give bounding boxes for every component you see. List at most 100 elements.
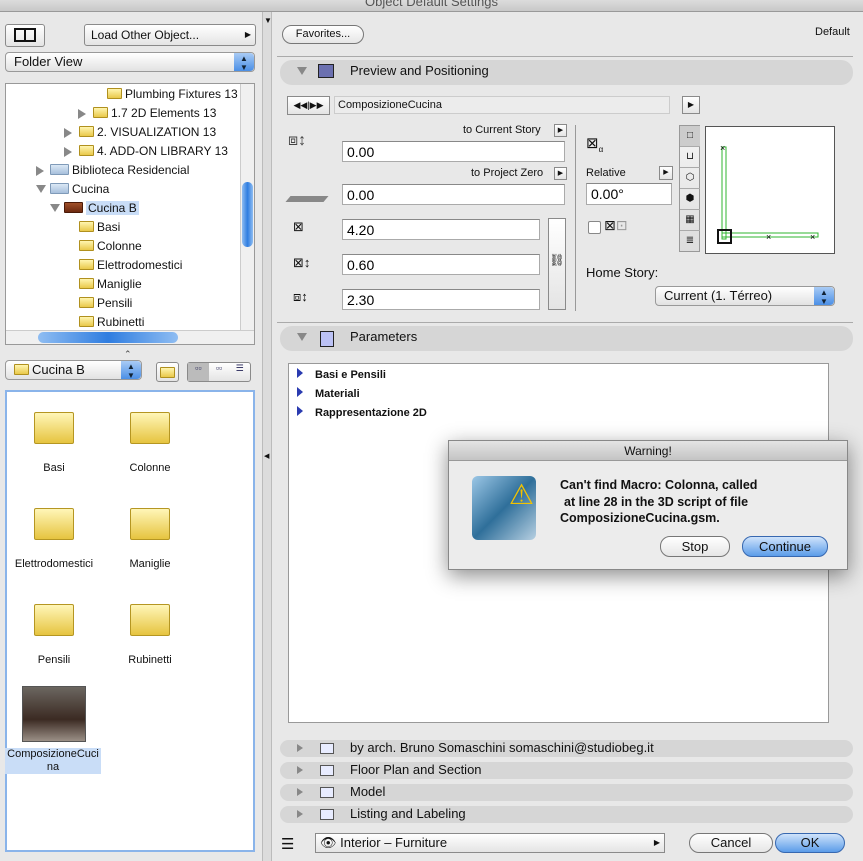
small-icons-view-icon[interactable]: ▫▫	[209, 363, 230, 381]
tree-item[interactable]: Basi	[79, 218, 120, 236]
favorites-button[interactable]: Favorites...	[282, 25, 364, 44]
splitter-arrow-icon[interactable]: ◀	[264, 452, 269, 460]
tree-item[interactable]: Colonne	[79, 237, 142, 255]
folder-icon	[79, 297, 94, 308]
settings-dialog-icon[interactable]: ▦	[680, 210, 700, 231]
tree-item[interactable]: Pensili	[79, 294, 132, 312]
angle-mode-button[interactable]: ▶	[659, 166, 673, 180]
folder-tree[interactable]: Plumbing Fixtures 13 1.7 2D Elements 13 2.…	[5, 83, 255, 345]
tree-item-label: 2. VISUALIZATION 13	[97, 125, 217, 139]
parameter-group[interactable]: Materiali	[297, 385, 360, 403]
tree-item[interactable]: Cucina B	[64, 199, 139, 217]
tree-item[interactable]: 4. ADD-ON LIBRARY 13	[79, 142, 228, 160]
disclosure-triangle-icon	[297, 788, 303, 796]
home-story-select[interactable]: Current (1. Térreo) ▲ ▼	[655, 286, 835, 306]
folder-icon	[93, 107, 108, 118]
list-view-icon[interactable]: ☰	[229, 363, 250, 381]
tree-item[interactable]: Rubinetti	[79, 313, 144, 331]
elevation-story-icon: ⧈↕	[288, 132, 307, 149]
shaded-3d-icon[interactable]: ⬢	[680, 189, 700, 210]
elevation-to-story-input[interactable]	[342, 141, 565, 162]
disclosure-triangle-icon	[297, 333, 307, 341]
cancel-button[interactable]: Cancel	[689, 833, 773, 853]
eye-icon: 👁	[320, 835, 337, 850]
object-menu-button[interactable]: ▶	[682, 96, 700, 114]
disclosure-triangle-icon[interactable]	[64, 128, 72, 138]
layer-select[interactable]: 👁 Interior – Furniture ▶	[315, 833, 665, 853]
disclosure-triangle-icon[interactable]	[36, 185, 46, 193]
continue-button[interactable]: Continue	[742, 536, 828, 557]
message-line: Can't find Macro: Colonna, called	[560, 478, 758, 492]
library-view-button[interactable]	[5, 24, 45, 47]
stop-button[interactable]: Stop	[660, 536, 730, 557]
load-other-object-button[interactable]: Load Other Object... ▶	[84, 24, 256, 46]
tree-item-label: Elettrodomestici	[97, 258, 183, 272]
parameter-group[interactable]: Rappresentazione 2D	[297, 404, 427, 422]
angle-input[interactable]	[586, 183, 672, 205]
large-icons-view-icon[interactable]: ▫▫	[188, 363, 209, 381]
section-title: by arch. Bruno Somaschini somaschini@stu…	[350, 740, 654, 755]
depth-input[interactable]	[342, 254, 540, 275]
height-input[interactable]	[342, 289, 540, 310]
folder-view-select[interactable]: Folder View ▲ ▼	[5, 52, 255, 72]
panel-splitter[interactable]: ▼ ◀	[262, 12, 272, 861]
parameter-group-label: Rappresentazione 2D	[315, 407, 427, 419]
disclosure-triangle-icon[interactable]	[78, 109, 86, 119]
mirror-checkbox[interactable]	[588, 221, 601, 234]
current-folder-select[interactable]: Cucina B ▲ ▼	[5, 360, 142, 380]
section-header[interactable]: Model	[280, 784, 853, 801]
collapse-arrow-icon[interactable]: ▼	[264, 16, 272, 25]
parameter-group[interactable]: Basi e Pensili	[297, 366, 386, 384]
dialog-title: Warning!	[449, 441, 847, 461]
layer-value: Interior – Furniture	[340, 835, 448, 850]
height-icon: ⧈↕	[293, 289, 308, 304]
section-header[interactable]: Floor Plan and Section	[280, 762, 853, 779]
object-icon-grid[interactable]: Basi Colonne Elettrodomestici Maniglie Pensi…	[5, 390, 255, 852]
tree-item[interactable]: Plumbing Fixtures 13	[107, 85, 238, 103]
tree-item[interactable]: 1.7 2D Elements 13	[93, 104, 216, 122]
previous-icon[interactable]: ◀◀	[293, 100, 307, 110]
tree-item[interactable]: Maniglie	[79, 275, 142, 293]
disclosure-triangle-icon[interactable]	[64, 147, 72, 157]
plan-view-icon[interactable]: □	[680, 126, 700, 147]
next-icon[interactable]: ▶▶	[310, 100, 324, 110]
ok-button[interactable]: OK	[775, 833, 845, 853]
parent-folder-button[interactable]	[156, 362, 179, 382]
scroll-thumb[interactable]	[242, 182, 253, 247]
reference-menu-button[interactable]: ▶	[554, 167, 567, 180]
parameters-icon	[320, 331, 334, 347]
disclosure-triangle-icon[interactable]	[36, 166, 44, 176]
section-header[interactable]: Listing and Labeling	[280, 806, 853, 823]
tree-item[interactable]: Elettrodomestici	[79, 256, 182, 274]
section-title: Parameters	[350, 329, 418, 344]
link-proportions-button[interactable]: ⛓	[548, 218, 566, 310]
section-header[interactable]: by arch. Bruno Somaschini somaschini@stu…	[280, 740, 853, 757]
archicad-app-icon: ⚠	[472, 476, 536, 540]
reference-menu-button[interactable]: ▶	[554, 124, 567, 137]
tree-vertical-scrollbar[interactable]	[240, 84, 254, 330]
resize-handle-icon[interactable]: ⌃	[124, 349, 132, 360]
folder-icon	[130, 508, 170, 540]
width-icon: ⊠	[293, 219, 304, 234]
folder-icon	[79, 221, 94, 232]
tree-item[interactable]: Cucina	[50, 180, 109, 198]
warning-dialog: Warning! ⚠ Can't find Macro: Colonna, ca…	[448, 440, 848, 570]
tree-item[interactable]: 2. VISUALIZATION 13	[79, 123, 216, 141]
rotation-angle-icon: ⊠α	[586, 135, 604, 154]
elevation-to-zero-input[interactable]	[342, 184, 565, 205]
disclosure-triangle-icon[interactable]	[50, 204, 60, 212]
elevation-zero-icon	[285, 196, 329, 202]
section-view-icon[interactable]: ⊔	[680, 147, 700, 168]
preview-section-header[interactable]: Preview and Positioning	[280, 60, 853, 85]
folder-icon	[130, 604, 170, 636]
prev-next-object-buttons[interactable]: ◀◀|▶▶	[287, 96, 330, 115]
tree-horizontal-scrollbar[interactable]	[6, 330, 254, 344]
scroll-thumb[interactable]	[38, 332, 178, 343]
parameter-list-icon[interactable]: ≣	[680, 231, 700, 252]
parameters-section-header[interactable]: Parameters	[280, 326, 853, 351]
width-input[interactable]	[342, 219, 540, 240]
section-title: Floor Plan and Section	[350, 762, 482, 777]
tree-item-label: Rubinetti	[97, 315, 145, 329]
wireframe-3d-icon[interactable]: ⬡	[680, 168, 700, 189]
tree-item[interactable]: Biblioteca Residencial	[50, 161, 189, 179]
